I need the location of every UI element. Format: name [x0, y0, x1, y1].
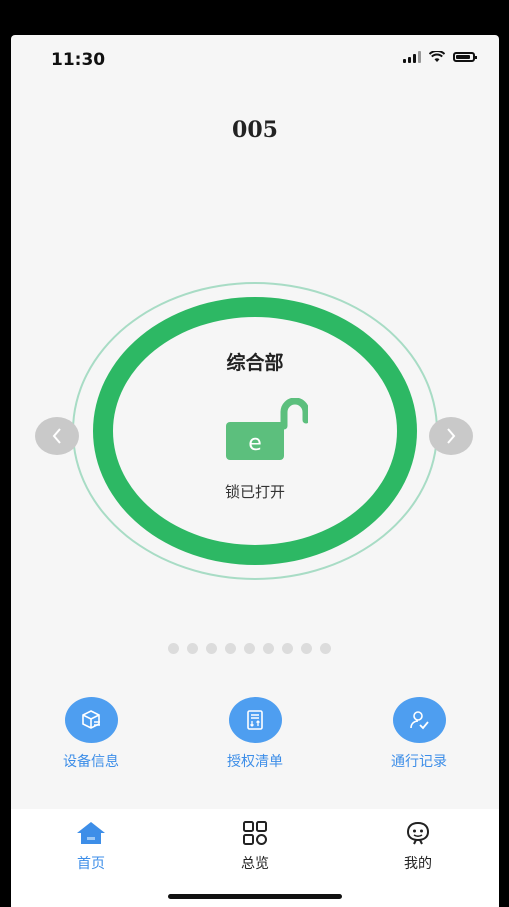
chevron-left-icon — [52, 428, 61, 444]
lock-letter: e — [248, 431, 262, 456]
authorization-list-icon — [228, 697, 282, 743]
page-dot[interactable] — [244, 643, 255, 654]
page-dot[interactable] — [225, 643, 236, 654]
tab-overview[interactable]: 总览 — [205, 821, 305, 873]
page-dot[interactable] — [320, 643, 331, 654]
page-indicator — [168, 643, 331, 654]
wifi-icon — [429, 51, 445, 62]
page-dot[interactable] — [301, 643, 312, 654]
status-icons — [403, 51, 477, 63]
next-arrow-button[interactable] — [429, 417, 473, 455]
page-dot[interactable] — [187, 643, 198, 654]
tab-home[interactable]: 首页 — [41, 821, 141, 873]
page-dot[interactable] — [206, 643, 217, 654]
page-dot[interactable] — [282, 643, 293, 654]
lock-status-text: 锁已打开 — [224, 483, 285, 501]
tab-overview-label: 总览 — [241, 856, 269, 872]
authorization-list-label: 授权清单 — [227, 754, 283, 770]
previous-arrow-button[interactable] — [35, 417, 79, 455]
device-info-label: 设备信息 — [63, 754, 119, 770]
page-dot[interactable] — [168, 643, 179, 654]
bottom-tab-bar: 首页 总览 我的 — [11, 809, 499, 907]
access-record-button[interactable]: 通行记录 — [359, 697, 479, 771]
unlocked-padlock-icon: e — [226, 398, 308, 460]
profile-icon — [406, 821, 430, 845]
tab-profile-label: 我的 — [404, 856, 432, 872]
department-name: 综合部 — [226, 352, 284, 374]
status-time: 11:30 — [51, 50, 106, 70]
battery-icon — [453, 52, 477, 62]
device-info-icon — [64, 697, 118, 743]
page-dot[interactable] — [263, 643, 274, 654]
tab-profile[interactable]: 我的 — [368, 821, 468, 873]
access-record-label: 通行记录 — [391, 754, 447, 770]
access-record-icon — [392, 697, 446, 743]
grid-icon — [243, 821, 267, 845]
tab-home-label: 首页 — [77, 856, 105, 872]
app-screen: 11:30 005 综合部 e 锁已打开 设备信息 授权清单 通行记录 首页 总… — [11, 35, 499, 907]
signal-icon — [403, 51, 421, 63]
home-indicator — [168, 894, 342, 899]
authorization-list-button[interactable]: 授权清单 — [195, 697, 315, 771]
home-icon — [77, 822, 105, 844]
chevron-right-icon — [447, 428, 456, 444]
status-bar: 11:30 — [11, 35, 499, 85]
device-info-button[interactable]: 设备信息 — [31, 697, 151, 771]
device-id-title: 005 — [232, 117, 278, 143]
